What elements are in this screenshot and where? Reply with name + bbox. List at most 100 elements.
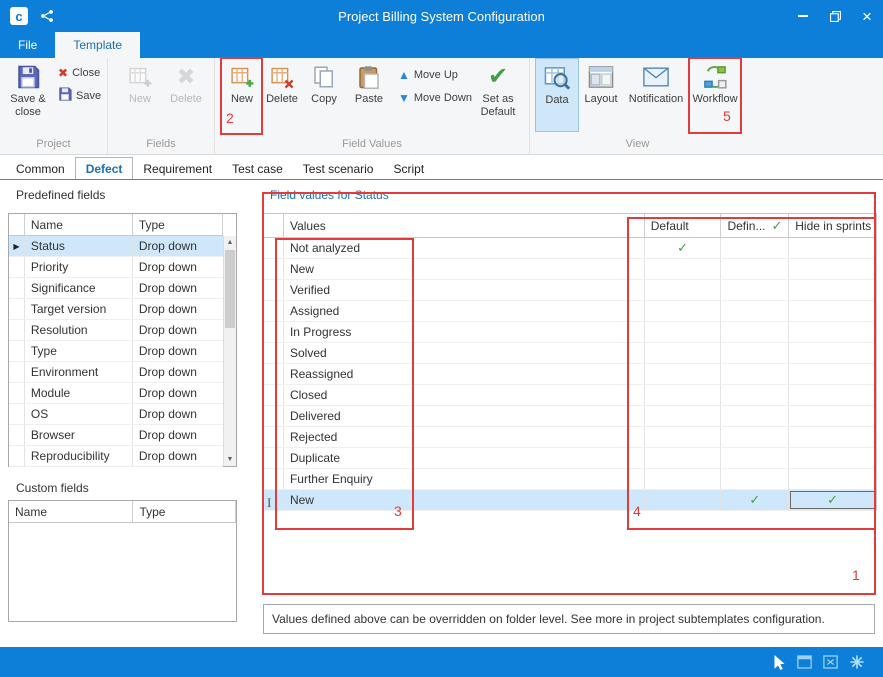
tab-test-scenario[interactable]: Test scenario	[293, 158, 384, 179]
close-panel-icon[interactable]	[823, 655, 838, 669]
fields-new-button[interactable]: New	[118, 58, 162, 132]
table-row[interactable]: EnvironmentDrop down	[9, 362, 223, 383]
tab-requirement[interactable]: Requirement	[133, 158, 222, 179]
table-row[interactable]: Delivered	[264, 406, 876, 427]
copy-button[interactable]: Copy	[302, 58, 346, 132]
close-template-button[interactable]: ✖ Close	[58, 66, 106, 80]
defined-cell[interactable]	[721, 406, 789, 426]
hide-cell[interactable]	[789, 427, 876, 447]
default-cell[interactable]	[645, 343, 722, 363]
defined-cell[interactable]	[721, 322, 789, 342]
table-row[interactable]: OSDrop down	[9, 404, 223, 425]
table-row[interactable]: Target versionDrop down	[9, 299, 223, 320]
tab-template[interactable]: Template	[55, 32, 140, 58]
tab-defect[interactable]: Defect	[75, 157, 134, 179]
defined-cell[interactable]	[721, 385, 789, 405]
default-cell[interactable]: ✓	[645, 238, 722, 258]
hide-cell[interactable]	[789, 385, 876, 405]
table-row[interactable]: Closed	[264, 385, 876, 406]
hide-cell[interactable]: ✓	[789, 490, 876, 510]
default-column-header[interactable]: Default	[645, 214, 722, 237]
default-cell[interactable]	[645, 322, 722, 342]
share-icon[interactable]	[40, 9, 54, 23]
set-as-default-button[interactable]: ✔ Set asDefault	[470, 58, 526, 132]
hide-cell[interactable]	[789, 343, 876, 363]
defined-cell[interactable]	[721, 427, 789, 447]
default-cell[interactable]	[645, 490, 722, 510]
defined-cell[interactable]	[721, 364, 789, 384]
window-icon[interactable]	[797, 655, 812, 669]
table-row[interactable]: Rejected	[264, 427, 876, 448]
workflow-button[interactable]: Workflow	[689, 58, 741, 132]
table-row[interactable]: ResolutionDrop down	[9, 320, 223, 341]
hide-cell[interactable]	[789, 259, 876, 279]
defined-cell[interactable]	[721, 343, 789, 363]
table-row[interactable]: New✓✓	[264, 490, 876, 511]
table-row[interactable]: Not analyzed✓	[264, 238, 876, 259]
move-down-button[interactable]: ▼ Move Down	[398, 91, 470, 105]
values-column-header[interactable]: Values	[284, 214, 645, 237]
type-column-header[interactable]: Type	[133, 501, 236, 522]
move-up-button[interactable]: ▲ Move Up	[398, 68, 470, 82]
delete-value-button[interactable]: Delete	[262, 58, 302, 132]
default-cell[interactable]	[645, 364, 722, 384]
minimize-button[interactable]	[787, 0, 819, 32]
hide-in-sprints-column-header[interactable]: Hide in sprints	[789, 214, 876, 237]
tab-script[interactable]: Script	[383, 158, 434, 179]
hide-cell[interactable]	[789, 301, 876, 321]
hide-cell[interactable]	[789, 448, 876, 468]
hide-cell[interactable]	[789, 364, 876, 384]
default-cell[interactable]	[645, 469, 722, 489]
type-column-header[interactable]: Type	[133, 214, 223, 235]
scrollbar-thumb[interactable]	[225, 250, 235, 328]
notification-button[interactable]: Notification	[623, 58, 689, 132]
table-row[interactable]: Duplicate	[264, 448, 876, 469]
default-cell[interactable]	[645, 280, 722, 300]
save-and-close-button[interactable]: Save &close	[4, 58, 52, 132]
name-column-header[interactable]: Name	[9, 501, 133, 522]
pointer-icon[interactable]	[773, 655, 786, 670]
table-row[interactable]: New	[264, 259, 876, 280]
tab-common[interactable]: Common	[6, 158, 75, 179]
layout-view-button[interactable]: Layout	[579, 58, 623, 132]
vertical-scrollbar[interactable]: ▲ ▼	[223, 236, 236, 466]
default-cell[interactable]	[645, 448, 722, 468]
hide-cell[interactable]	[789, 280, 876, 300]
defined-cell[interactable]	[721, 259, 789, 279]
table-row[interactable]: In Progress	[264, 322, 876, 343]
close-button[interactable]: ×	[851, 0, 883, 32]
table-row[interactable]: ▶StatusDrop down	[9, 236, 223, 257]
table-row[interactable]: SignificanceDrop down	[9, 278, 223, 299]
table-row[interactable]: Assigned	[264, 301, 876, 322]
default-cell[interactable]	[645, 406, 722, 426]
name-column-header[interactable]: Name	[25, 214, 133, 235]
paste-button[interactable]: Paste	[346, 58, 392, 132]
defined-column-header[interactable]: Defin... ✓	[721, 214, 789, 237]
defined-cell[interactable]	[721, 301, 789, 321]
table-row[interactable]: PriorityDrop down	[9, 257, 223, 278]
scroll-down-icon[interactable]: ▼	[224, 453, 236, 466]
hide-cell[interactable]	[789, 238, 876, 258]
table-row[interactable]: Verified	[264, 280, 876, 301]
table-row[interactable]: Solved	[264, 343, 876, 364]
default-cell[interactable]	[645, 301, 722, 321]
tab-test-case[interactable]: Test case	[222, 158, 293, 179]
data-view-button[interactable]: Data	[535, 58, 579, 132]
hide-cell[interactable]	[789, 406, 876, 426]
table-row[interactable]: Reassigned	[264, 364, 876, 385]
save-button[interactable]: Save	[58, 87, 106, 104]
table-row[interactable]: TypeDrop down	[9, 341, 223, 362]
defined-cell[interactable]	[721, 469, 789, 489]
maximize-button[interactable]	[819, 0, 851, 32]
snowflake-icon[interactable]	[849, 654, 865, 670]
tab-file[interactable]: File	[0, 32, 55, 58]
hide-cell[interactable]	[789, 322, 876, 342]
default-cell[interactable]	[645, 385, 722, 405]
table-row[interactable]: ReproducibilityDrop down	[9, 446, 223, 467]
fields-delete-button[interactable]: ✖ Delete	[162, 58, 210, 132]
scroll-up-icon[interactable]: ▲	[224, 236, 236, 249]
hide-cell[interactable]	[789, 469, 876, 489]
default-cell[interactable]	[645, 259, 722, 279]
defined-cell[interactable]: ✓	[721, 490, 789, 510]
table-row[interactable]: ModuleDrop down	[9, 383, 223, 404]
